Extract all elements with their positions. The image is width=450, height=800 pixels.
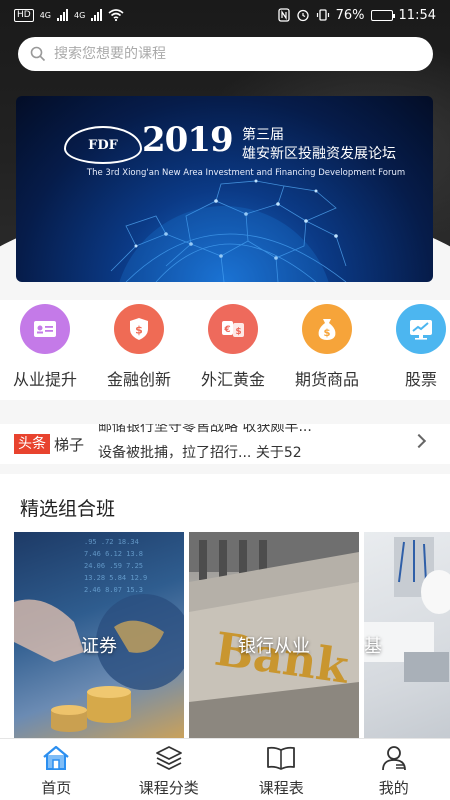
headline-line-2: 设备被批捕，拉了招行... 关于52 [98,445,302,461]
tab-home[interactable]: 首页 [0,739,113,800]
section-title: 精选组合班 [20,498,116,520]
tab-course-categories[interactable]: 课程分类 [113,739,226,800]
headline-text: 邮储银行坚守零售战略 收获颇丰... 设备被批捕，拉了招行... 关于52 [98,424,388,464]
featured-cards: .95 .72 18.34 7.46 6.12 13.8 24.06 .59 7.2… [14,532,450,738]
tab-label: 课程分类 [138,779,199,797]
forum-logo: FDF [64,126,142,164]
bottom-tab-bar: 首页 课程分类 课程表 我的 [0,738,450,800]
svg-text:24.06 .59 7.25: 24.06 .59 7.25 [84,562,143,570]
hd-badge: HD [14,8,34,22]
search-icon [30,46,46,62]
svg-text:€: € [223,325,230,335]
svg-text:2.46 8.07 15.3: 2.46 8.07 15.3 [84,586,143,594]
category-item-finance-innovation[interactable]: $ 金融创新 [92,300,186,400]
tab-label: 课程表 [258,779,304,797]
headline-tag: 头条 [14,434,50,454]
headline-line-1: 邮储银行坚守零售战略 收获颇丰... [98,424,312,435]
home-icon [43,745,69,770]
category-label: 期货商品 [294,370,359,389]
chevron-right-icon[interactable] [411,433,427,449]
banner-year: 2019 [142,120,234,160]
headline-source: 梯子 [54,435,85,454]
course-card-label: 基 [364,636,382,657]
category-label: 金融创新 [106,370,171,389]
money-shield-icon: $ [114,304,164,354]
banner-title-line1: 第三届 [242,127,284,143]
category-item-career[interactable]: 从业提升 [0,300,92,400]
category-row: 从业提升 $ 金融创新 € $ 外汇黄金 $ 期货商品 股票 [0,300,450,400]
svg-text:$: $ [324,328,331,339]
network-label-1: 4G [39,10,51,20]
battery-percent: 76% [335,7,365,23]
search-input[interactable] [54,46,421,62]
id-card-icon [20,304,70,354]
search-bar[interactable] [18,37,433,71]
user-icon [381,746,406,771]
category-label: 股票 [404,370,437,389]
trend-chart-icon [396,304,446,354]
vibrate-icon [316,9,329,21]
category-item-futures[interactable]: $ 期货商品 [280,300,374,400]
wifi-icon [108,9,124,21]
svg-text:$: $ [235,327,241,337]
promo-banner[interactable]: FDF 2019 第三届 雄安新区投融资发展论坛 The 3rd Xiong'a… [16,96,433,282]
book-icon [267,746,296,770]
svg-text:13.28 5.84 12.9: 13.28 5.84 12.9 [84,574,147,582]
featured-section: 精选组合班 .95 .72 18.34 7.46 6.12 13.8 24.06 .… [0,474,450,738]
svg-text:.95 .72 18.34: .95 .72 18.34 [84,538,139,546]
layers-icon [155,746,182,770]
banner-title-line2: 雄安新区投融资发展论坛 [242,146,396,162]
signal-icon [57,9,68,21]
clock: 11:54 [398,7,436,23]
svg-text:$: $ [135,324,143,337]
course-card-funds[interactable]: 基 [364,532,450,738]
course-card-banking[interactable]: Bank 银行从业 [189,532,359,738]
exchange-icon: € $ [208,304,258,354]
course-card-label: 证券 [81,636,117,657]
alarm-icon [296,9,309,22]
category-item-forex-gold[interactable]: € $ 外汇黄金 [186,300,280,400]
course-card-label: 银行从业 [238,636,310,657]
tab-schedule[interactable]: 课程表 [225,739,338,800]
headline-ticker[interactable]: 头条 梯子 邮储银行坚守零售战略 收获颇丰... 设备被批捕，拉了招行... 关… [0,424,450,464]
network-label-2: 4G [74,10,86,20]
tab-label: 首页 [41,779,72,797]
tab-label: 我的 [378,779,409,797]
category-label: 从业提升 [12,370,77,389]
status-bar: HD 4G 4G 76% 11:54 [0,0,450,30]
battery-icon [370,9,395,21]
tab-profile[interactable]: 我的 [338,739,450,800]
money-bag-icon: $ [302,304,352,354]
banner-subtitle: The 3rd Xiong'an New Area Investment and… [86,168,406,178]
category-label: 外汇黄金 [200,370,265,389]
course-card-securities[interactable]: .95 .72 18.34 7.46 6.12 13.8 24.06 .59 7.2… [14,532,184,738]
signal-icon [91,9,103,21]
category-item-stocks[interactable]: 股票 [374,300,450,400]
svg-text:7.46 6.12 13.8: 7.46 6.12 13.8 [84,550,143,558]
nfc-icon [277,8,290,22]
